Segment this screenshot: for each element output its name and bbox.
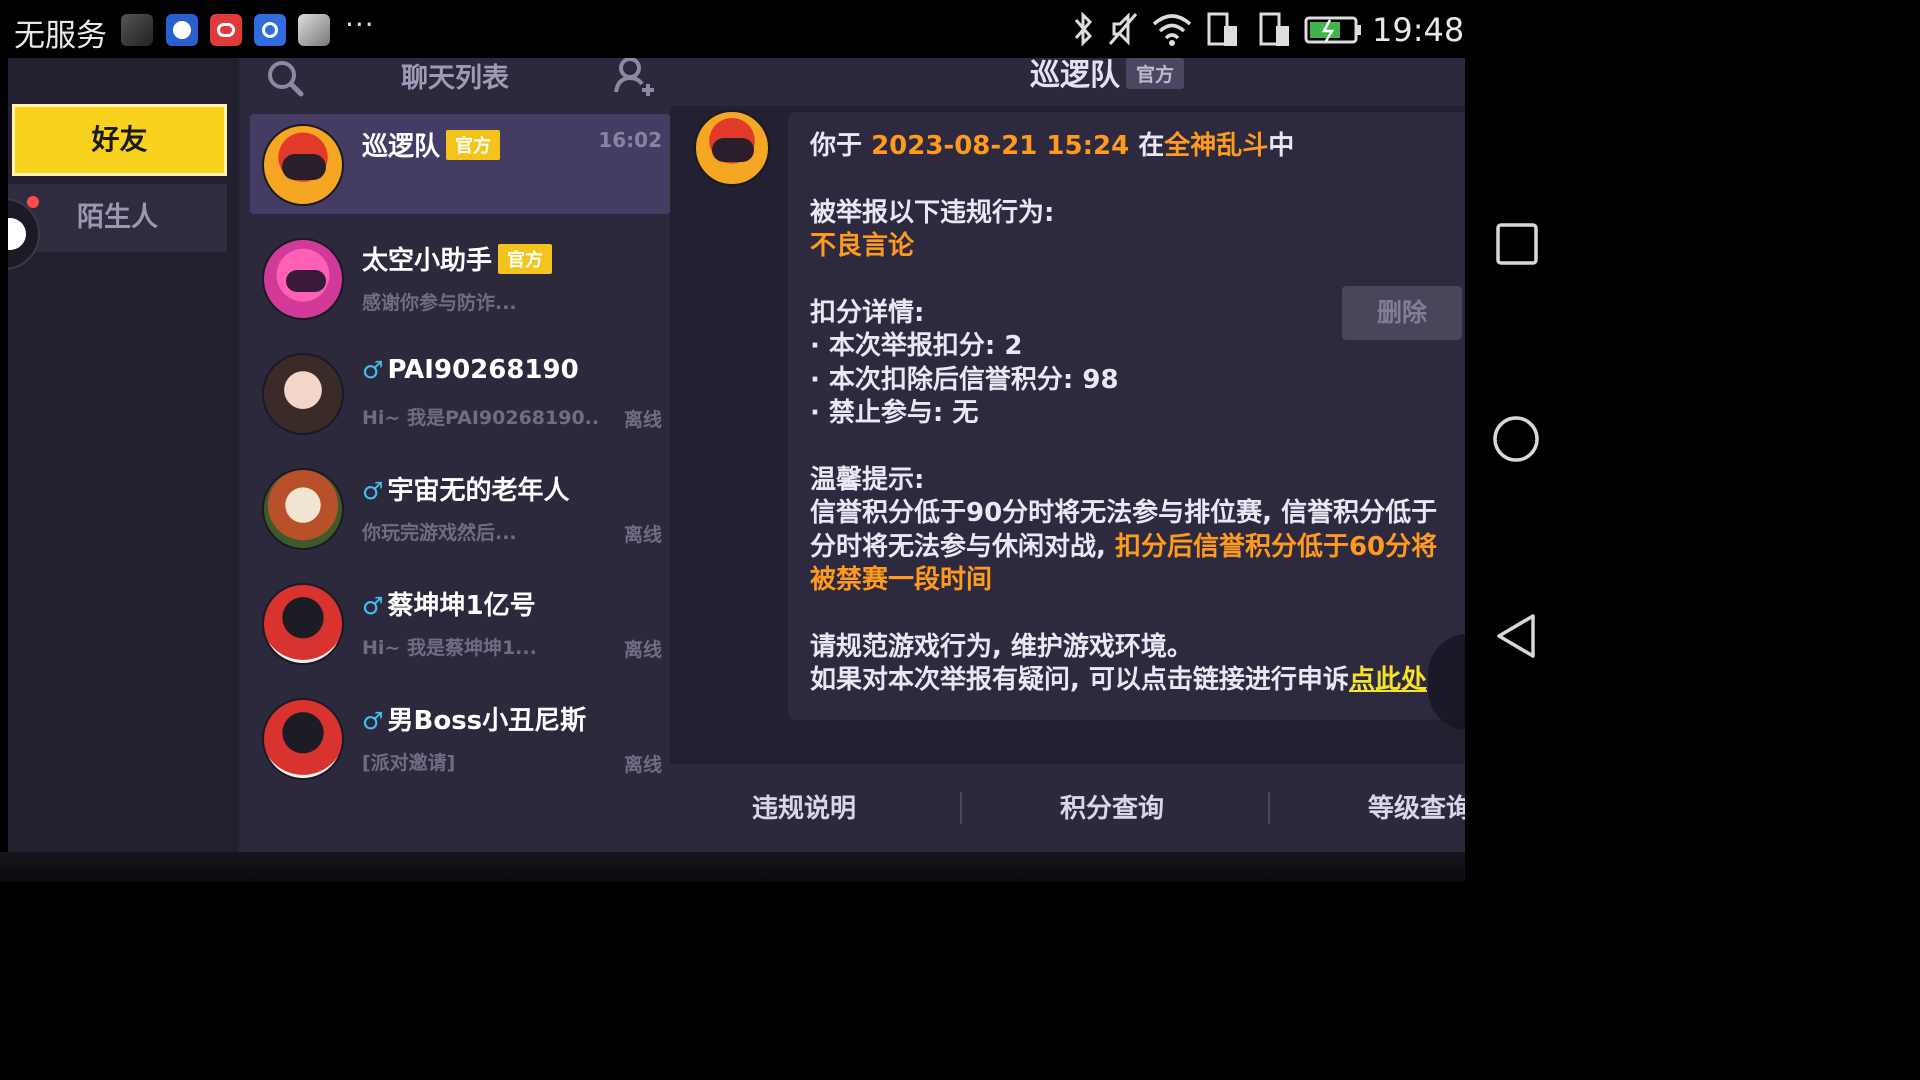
contact-name: ♂ 男Boss小丑尼斯: [362, 706, 587, 736]
recents-icon[interactable]: [1495, 222, 1539, 266]
violation-type: 不良言论: [810, 231, 915, 261]
home-icon[interactable]: [1491, 414, 1541, 464]
online-status: 离线: [623, 524, 662, 546]
app-notification-icon: [121, 14, 153, 46]
more-notifications-icon: ···: [345, 8, 375, 41]
chat-list-item[interactable]: ♂ 蔡坤坤1亿号 Hi~ 我是蔡坤坤1... 离线: [250, 573, 670, 673]
back-icon[interactable]: [1493, 612, 1539, 660]
message-preview: 感谢你参与防诈...: [362, 292, 517, 314]
message-line: 被举报以下违规行为:: [810, 197, 1055, 228]
contact-name: 太空小助手 官方: [362, 240, 553, 277]
sim1-icon: [1207, 12, 1237, 46]
vibrate-off-icon: [1108, 12, 1138, 46]
chat-list-item[interactable]: ♂ PAI90268190 Hi~ 我是PAI90268190.. 离线: [250, 343, 670, 443]
navigation-bar: [1465, 58, 1568, 882]
chat-list-header: 聊天列表: [240, 58, 670, 106]
message-preview: [派对邀请]: [362, 752, 456, 774]
carrier-label: 无服务: [14, 18, 107, 54]
male-icon: ♂: [362, 477, 384, 505]
conversation-panel: 巡逻队 官方 你于 2023-08-21 15:24 在全神乱斗中 被举报以下违规…: [670, 58, 1465, 852]
official-badge: 官方: [1126, 58, 1185, 89]
message-line: 信誉积分低于90分时将无法参与排位赛, 信誉积分低于: [810, 498, 1438, 528]
chat-app: 好友 陌生人 聊天列表 巡逻队 官方 16:02 太空小助手 官方 感谢你参与防诈.…: [8, 58, 1465, 852]
add-friend-icon[interactable]: [612, 58, 658, 100]
avatar: [262, 124, 344, 206]
message-preview: 你玩完游戏然后...: [362, 522, 517, 544]
conversation-footer: 违规说明 积分查询 等级查询: [670, 764, 1465, 852]
contact-name: ♂ PAI90268190: [362, 355, 579, 385]
app-notification-icon: [210, 14, 242, 46]
app-notification-icon: [298, 14, 330, 46]
app-notification-icon: [254, 14, 286, 46]
avatar: [262, 353, 344, 435]
game-mode: 全神乱斗: [1164, 131, 1269, 161]
clock: 19:48: [1372, 11, 1465, 49]
message-preview: Hi~ 我是PAI90268190..: [362, 407, 600, 429]
chat-list-title: 聊天列表: [401, 63, 509, 94]
message-line: 温馨提示:: [810, 464, 925, 495]
conversation-header: 巡逻队 官方: [670, 58, 1465, 106]
battery-charging-icon: [1304, 16, 1361, 44]
male-icon: ♂: [362, 356, 384, 384]
sim2-icon: [1259, 12, 1289, 46]
bottom-edge: [0, 852, 1465, 882]
avatar: [262, 468, 344, 550]
wifi-icon: [1152, 14, 1192, 46]
points-query-button[interactable]: 积分查询: [1060, 788, 1164, 825]
male-icon: ♂: [362, 707, 384, 735]
unread-dot: [27, 196, 39, 208]
message-line: 你于 2023-08-21 15:24 在全神乱斗中: [810, 131, 1295, 161]
contact-name: 巡逻队 官方: [362, 126, 501, 163]
divider: [960, 792, 962, 824]
divider: [1268, 792, 1270, 824]
chat-list-item[interactable]: ♂ 宇宙无的老年人 你玩完游戏然后... 离线: [250, 458, 670, 558]
official-badge: 官方: [446, 130, 501, 160]
online-status: 离线: [623, 754, 662, 776]
message-line: 如果对本次举报有疑问, 可以点击链接进行申诉点此处: [810, 665, 1427, 695]
message-time: 16:02: [598, 128, 662, 152]
report-datetime: 2023-08-21 15:24: [871, 131, 1130, 161]
appeal-link[interactable]: 点此处: [1349, 665, 1427, 695]
conversation-title: 巡逻队 官方: [1030, 58, 1185, 94]
message-line: 被禁赛一段时间: [810, 565, 993, 595]
avatar: [262, 583, 344, 665]
sender-avatar[interactable]: [694, 110, 770, 186]
avatar: [262, 698, 344, 780]
violation-info-button[interactable]: 违规说明: [752, 788, 856, 825]
contact-name: ♂ 蔡坤坤1亿号: [362, 591, 536, 621]
message-preview: Hi~ 我是蔡坤坤1...: [362, 637, 537, 659]
bluetooth-icon: [1074, 11, 1093, 47]
avatar: [262, 238, 344, 320]
online-status: 离线: [623, 409, 662, 431]
male-icon: ♂: [362, 592, 384, 620]
left-tab-column: 好友 陌生人: [8, 58, 238, 852]
message-bubble: 你于 2023-08-21 15:24 在全神乱斗中 被举报以下违规行为: 不良…: [788, 112, 1465, 720]
tab-friends[interactable]: 好友: [12, 104, 227, 176]
chat-list-panel: 聊天列表 巡逻队 官方 16:02 太空小助手 官方 感谢你参与防诈... ♂ PAI…: [240, 58, 670, 852]
chat-list-item-space-assistant[interactable]: 太空小助手 官方 感谢你参与防诈...: [250, 228, 670, 328]
level-query-button[interactable]: 等级查询: [1368, 788, 1465, 825]
online-status: 离线: [623, 639, 662, 661]
message-line: · 禁止参与: 无: [810, 398, 979, 428]
tab-strangers[interactable]: 陌生人: [8, 184, 227, 252]
message-line: 分时将无法参与休闲对战, 扣分后信誉积分低于60分将: [810, 531, 1438, 562]
status-bar: 无服务 ··· 19:48: [0, 0, 1568, 58]
chat-list-item[interactable]: ♂ 男Boss小丑尼斯 [派对邀请] 离线: [250, 688, 670, 788]
message-line: · 本次扣除后信誉积分: 98: [810, 364, 1119, 395]
delete-button[interactable]: 删除: [1342, 286, 1462, 340]
chat-list-item-patrol[interactable]: 巡逻队 官方 16:02: [250, 114, 670, 214]
contact-name: ♂ 宇宙无的老年人: [362, 476, 570, 506]
official-badge: 官方: [498, 244, 553, 274]
app-notification-icon: [166, 14, 198, 46]
message-line: 请规范游戏行为, 维护游戏环境。: [810, 631, 1193, 662]
